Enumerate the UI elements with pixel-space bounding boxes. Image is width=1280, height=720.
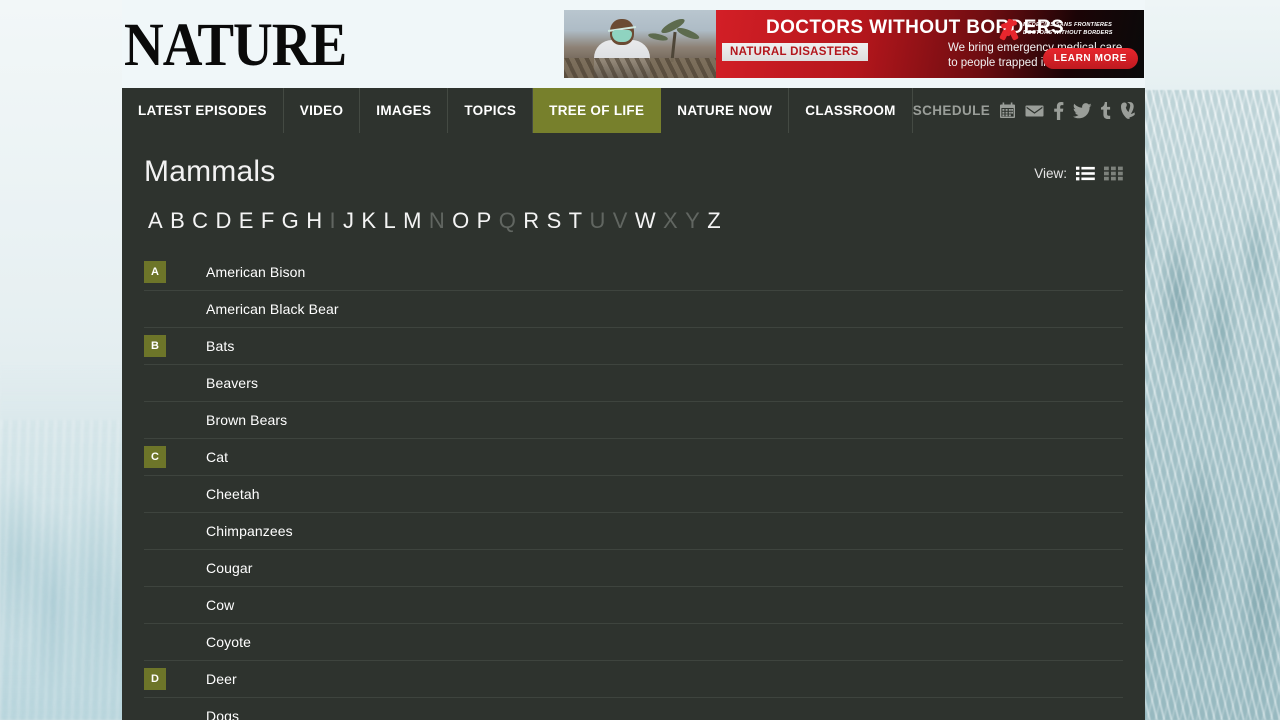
species-link[interactable]: Chimpanzees <box>206 523 293 539</box>
species-link[interactable]: Coyote <box>206 634 251 650</box>
envelope-icon[interactable] <box>1025 104 1044 118</box>
list-item[interactable]: Beavers <box>144 365 1123 402</box>
page-root: NATURE DOCTORS WITHOUT BORDERS NATURAL D… <box>0 0 1280 720</box>
ad-body: DOCTORS WITHOUT BORDERS NATURAL DISASTER… <box>716 10 1144 78</box>
vine-icon[interactable] <box>1120 102 1136 119</box>
msf-brand-line2: DOCTORS WITHOUT BORDERS <box>1023 30 1113 36</box>
msf-logo: MEDECINS SANS FRONTIERES DOCTORS WITHOUT… <box>998 15 1112 43</box>
alpha-filter-a[interactable]: A <box>145 208 166 234</box>
species-list: A American Bison American Black Bear B Bats B… <box>144 254 1123 720</box>
ad-tag: NATURAL DISASTERS <box>722 43 868 61</box>
facebook-icon[interactable] <box>1053 101 1064 120</box>
nav-item-video[interactable]: VIDEO <box>284 88 361 133</box>
letter-badge-slot: C <box>144 446 206 468</box>
nav-item-topics[interactable]: TOPICS <box>448 88 534 133</box>
list-item[interactable]: A American Bison <box>144 254 1123 291</box>
alpha-filter-g[interactable]: G <box>279 208 303 234</box>
ad-learn-more-button[interactable]: LEARN MORE <box>1042 48 1138 69</box>
letter-badge-c[interactable]: C <box>144 446 166 468</box>
list-item[interactable]: Cougar <box>144 550 1123 587</box>
nav-item-tree-of-life[interactable]: TREE OF LIFE <box>533 88 662 133</box>
alpha-filter-y: Y <box>685 208 701 233</box>
species-link[interactable]: Beavers <box>206 375 258 391</box>
species-link[interactable]: Bats <box>206 338 234 354</box>
list-item[interactable]: Coyote <box>144 624 1123 661</box>
alpha-filter-z[interactable]: Z <box>704 208 724 234</box>
grid-view-icon[interactable] <box>1104 166 1123 181</box>
species-link[interactable]: Cheetah <box>206 486 260 502</box>
tumblr-icon[interactable] <box>1101 102 1111 119</box>
content-panel: Mammals View: A B C D E F G H I J K L M … <box>122 133 1145 720</box>
alpha-filter-q: Q <box>498 208 517 233</box>
list-item[interactable]: B Bats <box>144 328 1123 365</box>
species-link[interactable]: Deer <box>206 671 237 687</box>
alpha-filter-h[interactable]: H <box>303 208 325 234</box>
list-item[interactable]: Brown Bears <box>144 402 1123 439</box>
species-link[interactable]: American Bison <box>206 264 305 280</box>
msf-mark-icon <box>998 15 1020 41</box>
alphabet-filter: ABCDEFGHIJKLMNOPQRSTUVWXYZ <box>144 208 1123 234</box>
alpha-filter-u: U <box>589 208 606 233</box>
alpha-filter-b[interactable]: B <box>167 208 188 234</box>
list-item[interactable]: Dogs <box>144 698 1123 720</box>
alpha-filter-c[interactable]: C <box>189 208 211 234</box>
schedule-link[interactable]: SCHEDULE <box>913 103 990 118</box>
msf-brand-text: MEDECINS SANS FRONTIERES DOCTORS WITHOUT… <box>1023 21 1113 37</box>
ad-photo <box>564 10 716 78</box>
list-item[interactable]: C Cat <box>144 439 1123 476</box>
nav-item-images[interactable]: IMAGES <box>360 88 449 133</box>
letter-badge-slot: A <box>144 261 206 283</box>
alpha-filter-t[interactable]: T <box>566 208 586 234</box>
twitter-icon[interactable] <box>1073 102 1092 119</box>
letter-badge-a[interactable]: A <box>144 261 166 283</box>
alpha-filter-v: V <box>612 208 628 233</box>
page-title: Mammals <box>144 155 276 188</box>
banner-ad[interactable]: DOCTORS WITHOUT BORDERS NATURAL DISASTER… <box>564 10 1144 78</box>
alpha-filter-w[interactable]: W <box>632 208 659 234</box>
view-label: View: <box>1034 166 1067 181</box>
nav-item-nature-now[interactable]: NATURE NOW <box>661 88 790 133</box>
main-navigation: LATEST EPISODES VIDEO IMAGES TOPICS TREE… <box>122 88 1145 133</box>
species-link[interactable]: Dogs <box>206 708 239 720</box>
alpha-filter-l[interactable]: L <box>380 208 399 234</box>
alpha-filter-j[interactable]: J <box>340 208 357 234</box>
letter-badge-b[interactable]: B <box>144 335 166 357</box>
alpha-filter-f[interactable]: F <box>258 208 278 234</box>
nav-item-classroom[interactable]: CLASSROOM <box>789 88 913 133</box>
view-toggle: View: <box>1034 155 1123 181</box>
letter-badge-slot: B <box>144 335 206 357</box>
species-link[interactable]: Cat <box>206 449 228 465</box>
site-header: NATURE DOCTORS WITHOUT BORDERS NATURAL D… <box>122 0 1145 88</box>
msf-brand-line1: MEDECINS SANS FRONTIERES <box>1023 22 1113 28</box>
list-item[interactable]: American Black Bear <box>144 291 1123 328</box>
alpha-filter-r[interactable]: R <box>520 208 542 234</box>
site-shell: NATURE DOCTORS WITHOUT BORDERS NATURAL D… <box>122 0 1145 720</box>
alpha-filter-o[interactable]: O <box>449 208 473 234</box>
alpha-filter-x: X <box>663 208 679 233</box>
alpha-filter-i: I <box>329 208 336 233</box>
list-item[interactable]: Chimpanzees <box>144 513 1123 550</box>
species-link[interactable]: Cow <box>206 597 234 613</box>
alpha-filter-n: N <box>428 208 446 233</box>
nav-item-latest-episodes[interactable]: LATEST EPISODES <box>122 88 284 133</box>
nature-logo[interactable]: NATURE <box>124 13 347 75</box>
list-item[interactable]: Cheetah <box>144 476 1123 513</box>
alpha-filter-d[interactable]: D <box>212 208 234 234</box>
alpha-filter-k[interactable]: K <box>358 208 379 234</box>
species-link[interactable]: American Black Bear <box>206 301 339 317</box>
alpha-filter-e[interactable]: E <box>236 208 257 234</box>
list-item[interactable]: Cow <box>144 587 1123 624</box>
letter-badge-slot: D <box>144 668 206 690</box>
species-link[interactable]: Brown Bears <box>206 412 287 428</box>
list-item[interactable]: D Deer <box>144 661 1123 698</box>
letter-badge-d[interactable]: D <box>144 668 166 690</box>
content-header: Mammals View: <box>144 133 1123 188</box>
calendar-icon[interactable] <box>999 102 1016 119</box>
alpha-filter-m[interactable]: M <box>400 208 425 234</box>
list-view-icon[interactable] <box>1076 166 1095 181</box>
alpha-filter-p[interactable]: P <box>474 208 495 234</box>
species-link[interactable]: Cougar <box>206 560 253 576</box>
nav-utility-group: SCHEDULE <box>913 88 1146 133</box>
alpha-filter-s[interactable]: S <box>544 208 565 234</box>
